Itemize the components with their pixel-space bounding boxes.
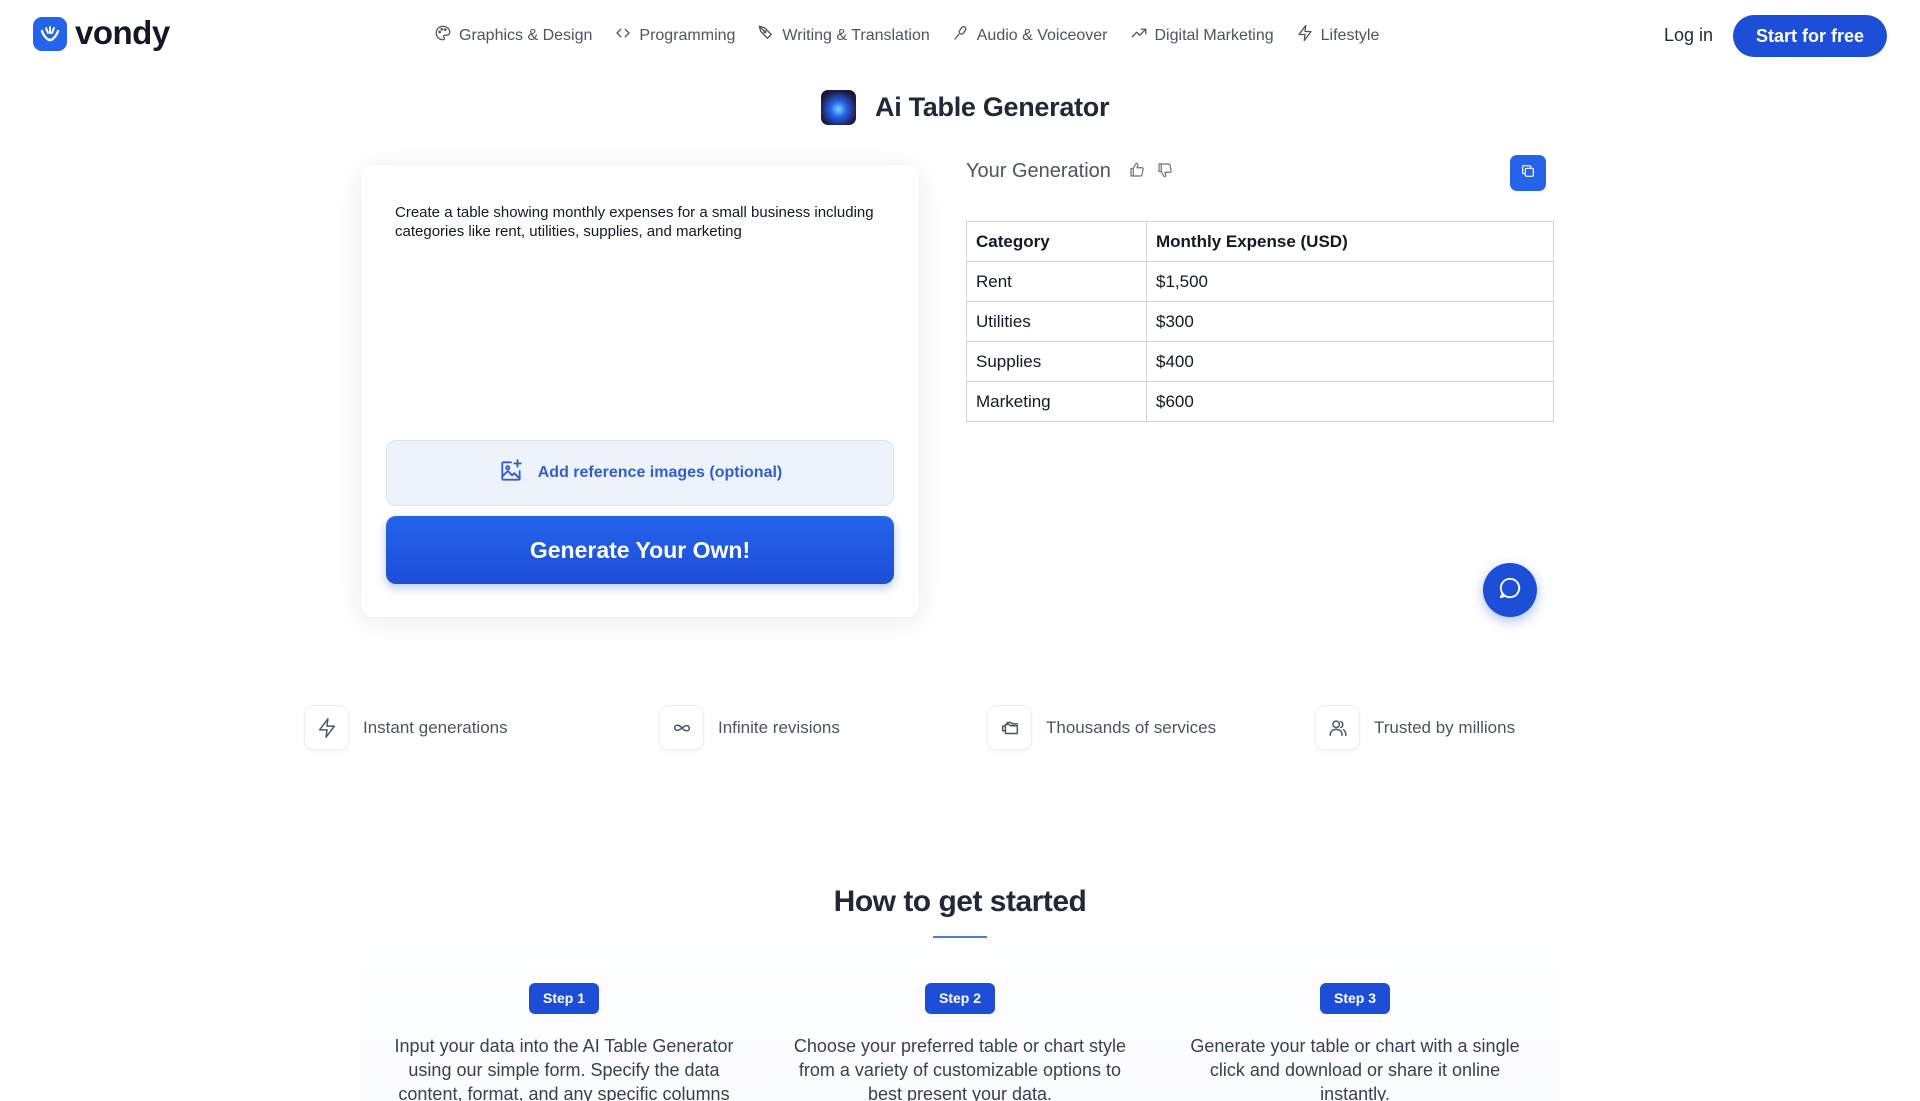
- nav-item-lifestyle[interactable]: Lifestyle: [1296, 24, 1380, 47]
- table-cell: $600: [1146, 381, 1554, 422]
- tool-title-row: Ai Table Generator: [821, 90, 1109, 125]
- page-title: Ai Table Generator: [875, 92, 1110, 122]
- chat-bubble-icon: [1497, 575, 1523, 606]
- how-to-title: How to get started: [833, 885, 1087, 918]
- table-cell: $1,500: [1146, 261, 1554, 302]
- feature-infinite-revisions: Infinite revisions: [659, 705, 840, 750]
- thumbs-down-icon[interactable]: [1156, 161, 1174, 179]
- login-link[interactable]: Log in: [1664, 25, 1713, 46]
- title-underline: [933, 936, 987, 938]
- step-2: Step 2 Choose your preferred table or ch…: [780, 983, 1140, 1101]
- table-header-cell: Category: [966, 221, 1147, 262]
- step-badge: Step 1: [528, 983, 599, 1014]
- table-cell: $300: [1146, 301, 1554, 342]
- generation-label: Your Generation: [966, 160, 1111, 182]
- chat-button[interactable]: [1483, 563, 1537, 617]
- step-badge: Step 3: [1319, 983, 1390, 1014]
- code-icon: [614, 24, 632, 47]
- thumbs-up-icon[interactable]: [1128, 161, 1146, 179]
- table-header-row: Category Monthly Expense (USD): [966, 221, 1554, 262]
- feature-label: Infinite revisions: [718, 717, 840, 737]
- table-row: Rent $1,500: [966, 261, 1554, 302]
- table-header-cell: Monthly Expense (USD): [1146, 221, 1554, 262]
- feature-label: Trusted by millions: [1374, 717, 1516, 737]
- step-description: Generate your table or chart with a sing…: [1190, 1036, 1520, 1101]
- palette-icon: [434, 24, 452, 47]
- category-nav: Graphics & Design Programming Writing & …: [434, 24, 1379, 47]
- nav-item-audio-voiceover[interactable]: Audio & Voiceover: [952, 24, 1108, 47]
- pen-nib-icon: [757, 24, 775, 47]
- nav-label: Programming: [639, 26, 736, 44]
- brand-name: vondy: [75, 14, 170, 51]
- feature-instant-generations: Instant generations: [304, 705, 508, 750]
- lightning-icon: [1296, 24, 1314, 47]
- feature-label: Instant generations: [363, 717, 508, 737]
- step-badge: Step 2: [924, 983, 995, 1014]
- nav-item-programming[interactable]: Programming: [614, 24, 735, 47]
- tool-icon: [821, 90, 856, 125]
- table-cell: $400: [1146, 341, 1554, 382]
- step-description: Input your data into the AI Table Genera…: [394, 1036, 734, 1101]
- nav-label: Audio & Voiceover: [976, 26, 1108, 44]
- table-cell: Utilities: [966, 301, 1147, 342]
- feature-thousands-of-services: Thousands of services: [987, 705, 1216, 750]
- nav-label: Digital Marketing: [1154, 26, 1274, 44]
- add-reference-images-label: Add reference images (optional): [537, 464, 783, 481]
- prompt-card: Create a table showing monthly expenses …: [361, 165, 919, 617]
- image-add-icon: [498, 458, 524, 489]
- generate-button[interactable]: Generate Your Own!: [386, 516, 894, 584]
- step-1: Step 1 Input your data into the AI Table…: [384, 983, 744, 1101]
- folders-icon: [987, 705, 1032, 750]
- nav-label: Writing & Translation: [782, 26, 930, 44]
- microphone-icon: [952, 24, 970, 47]
- table-row: Utilities $300: [966, 301, 1554, 342]
- start-for-free-button[interactable]: Start for free: [1733, 15, 1887, 57]
- step-description: Choose your preferred table or chart sty…: [793, 1036, 1127, 1101]
- table-row: Supplies $400: [966, 341, 1554, 382]
- generated-table: Category Monthly Expense (USD) Rent $1,5…: [966, 221, 1554, 422]
- nav-label: Graphics & Design: [459, 26, 593, 44]
- brand-logo[interactable]: vondy: [33, 14, 170, 51]
- infinity-icon: [659, 705, 704, 750]
- logo-icon: [33, 17, 67, 51]
- table-cell: Rent: [966, 261, 1147, 302]
- copy-button[interactable]: [1510, 155, 1546, 191]
- lightning-icon: [304, 705, 349, 750]
- feature-trusted-by-millions: Trusted by millions: [1315, 705, 1515, 750]
- nav-label: Lifestyle: [1320, 26, 1380, 44]
- copy-icon: [1520, 163, 1536, 184]
- users-icon: [1315, 705, 1360, 750]
- feature-label: Thousands of services: [1046, 717, 1217, 737]
- table-row: Marketing $600: [966, 381, 1554, 422]
- nav-item-digital-marketing[interactable]: Digital Marketing: [1130, 24, 1274, 47]
- trend-up-icon: [1130, 24, 1148, 47]
- table-cell: Marketing: [966, 381, 1147, 422]
- nav-item-writing-translation[interactable]: Writing & Translation: [757, 24, 930, 47]
- nav-item-graphics-design[interactable]: Graphics & Design: [434, 24, 592, 47]
- table-cell: Supplies: [966, 341, 1147, 382]
- top-nav-bar: vondy Graphics & Design Programming Writ…: [0, 0, 1920, 72]
- step-3: Step 3 Generate your table or chart with…: [1175, 983, 1535, 1101]
- add-reference-images-button[interactable]: Add reference images (optional): [386, 440, 894, 506]
- prompt-input[interactable]: Create a table showing monthly expenses …: [395, 203, 885, 241]
